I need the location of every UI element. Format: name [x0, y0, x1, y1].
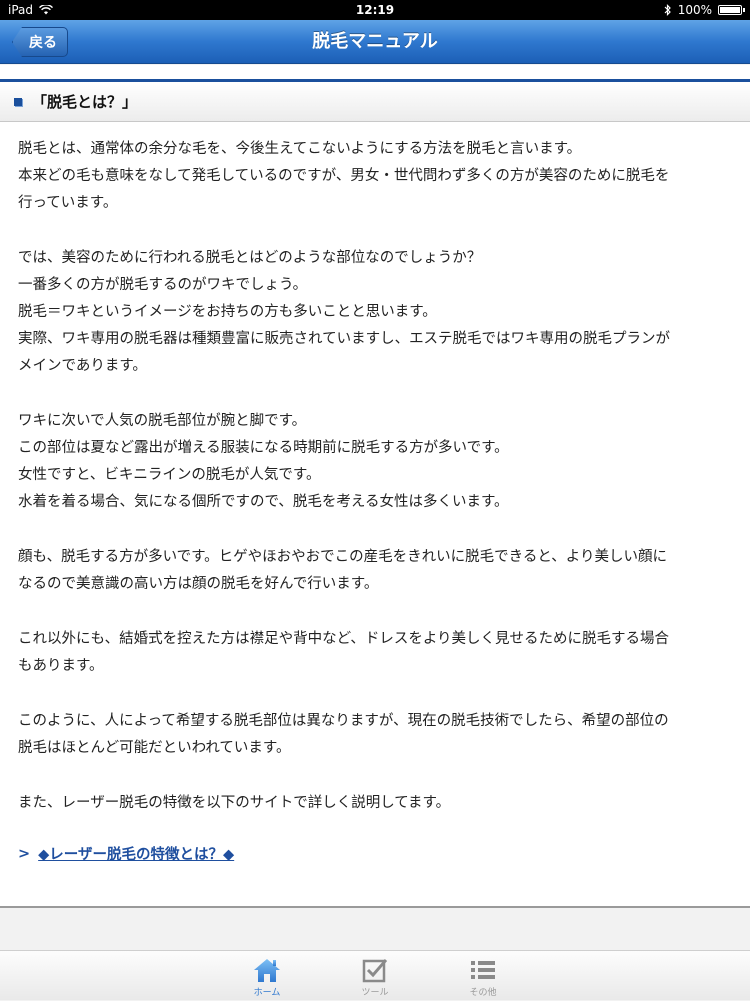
wifi-icon — [39, 5, 54, 15]
navigation-bar: 戻る 脱毛マニュアル — [0, 20, 750, 64]
link-chevron-icon: > — [18, 845, 31, 862]
home-icon — [252, 957, 282, 983]
article-content: 脱毛とは、通常体の余分な毛を、今後生えてこないようにする方法を脱毛と言います。本… — [0, 122, 750, 908]
laser-hair-removal-link[interactable]: > ◆レーザー脱毛の特徴とは？◆ — [18, 843, 734, 864]
battery-icon — [718, 5, 745, 15]
article-paragraph: また、レーザー脱毛の特徴を以下のサイトで詳しく説明してます。 — [18, 790, 734, 817]
article-paragraph: 脱毛とは、通常体の余分な毛を、今後生えてこないようにする方法を脱毛と言います。本… — [18, 136, 734, 217]
paragraph-line: では、美容のために行われる脱毛とはどのような部位なのでしょうか？ — [18, 250, 482, 266]
list-icon — [469, 957, 497, 983]
paragraph-line: ワキに次いで人気の脱毛部位が腕と脚です。 — [18, 413, 307, 429]
device-name: iPad — [8, 3, 34, 17]
paragraph-line: 女性ですと、ビキニラインの脱毛が人気です。 — [18, 467, 321, 483]
battery-percent: 100% — [677, 3, 712, 17]
paragraph-line: 脱毛＝ワキというイメージをお持ちの方も多いことと思います。 — [18, 304, 437, 320]
tab-label-home: ホーム — [253, 988, 281, 998]
paragraph-line: 顔も、脱毛する方が多いです。ヒゲやほおやおでこの産毛をきれいに脱毛できると、より… — [18, 549, 668, 565]
paragraph-line: このように、人によって希望する脱毛部位は異なりますが、現在の脱毛技術でしたら、希… — [18, 713, 669, 729]
tab-bar: ホーム ツール その他 — [0, 950, 750, 1000]
tab-home[interactable]: ホーム — [213, 951, 321, 1001]
header-divider — [0, 65, 750, 83]
paragraph-line: これ以外にも、結婚式を控えた方は襟足や背中など、ドレスをより美しく見せるために脱… — [18, 631, 670, 647]
status-bar: iPad 12:19 100% — [0, 0, 750, 20]
paragraph-line: 一番多くの方が脱毛するのがワキでしょう。 — [18, 277, 308, 293]
tab-tools[interactable]: ツール — [321, 951, 429, 1001]
bluetooth-icon — [664, 4, 672, 16]
article-paragraph: ワキに次いで人気の脱毛部位が腕と脚です。この部位は夏など露出が増える服装になる時… — [18, 408, 734, 516]
battery-level — [720, 7, 740, 13]
paragraph-line: なるので美意識の高い方は顔の脱毛を好んで行います。 — [18, 576, 379, 592]
paragraph-line: 脱毛はほとんど可能だといわれています。 — [18, 740, 291, 756]
section-title: 「脱毛とは？」 — [32, 93, 138, 111]
paragraph-line: メインであります。 — [18, 358, 147, 374]
paragraph-line: 行っています。 — [18, 195, 118, 211]
article-paragraph: このように、人によって希望する脱毛部位は異なりますが、現在の脱毛技術でしたら、希… — [18, 708, 734, 762]
article-paragraph: 顔も、脱毛する方が多いです。ヒゲやほおやおでこの産毛をきれいに脱毛できると、より… — [18, 544, 734, 598]
tab-label-tools: ツール — [361, 988, 389, 998]
paragraph-line: また、レーザー脱毛の特徴を以下のサイトで詳しく説明してます。 — [18, 795, 451, 811]
article-paragraph: では、美容のために行われる脱毛とはどのような部位なのでしょうか？ 一番多くの方が脱… — [18, 245, 734, 380]
paragraph-line: 水着を着る場合、気になる個所ですので、脱毛を考える女性は多くいます。 — [18, 494, 509, 510]
status-time: 12:19 — [355, 3, 395, 17]
article-paragraph: これ以外にも、結婚式を控えた方は襟足や背中など、ドレスをより美しく見せるために脱… — [18, 626, 734, 680]
link-text[interactable]: ◆レーザー脱毛の特徴とは？◆ — [38, 843, 234, 864]
page-title: 脱毛マニュアル — [312, 31, 438, 52]
paragraph-line: 本来どの毛も意味をなして発毛しているのですが、男女・世代問わず多くの方が美容のた… — [18, 168, 670, 184]
paragraph-line: 実際、ワキ専用の脱毛器は種類豊富に販売されていますし、エステ脱毛ではワキ専用の脱… — [18, 331, 671, 347]
tab-other[interactable]: その他 — [429, 951, 537, 1001]
section-header: 「脱毛とは？」 — [0, 82, 750, 122]
bullet-square-icon — [14, 97, 22, 106]
paragraph-line: 脱毛とは、通常体の余分な毛を、今後生えてこないようにする方法を脱毛と言います。 — [18, 141, 582, 157]
tab-label-other: その他 — [469, 988, 497, 998]
paragraph-line: もあります。 — [18, 658, 104, 674]
article-body: 脱毛とは、通常体の余分な毛を、今後生えてこないようにする方法を脱毛と言います。本… — [18, 136, 734, 817]
checkbox-icon — [362, 957, 388, 983]
paragraph-line: この部位は夏など露出が増える服装になる時期前に脱毛する方が多いです。 — [18, 440, 509, 456]
